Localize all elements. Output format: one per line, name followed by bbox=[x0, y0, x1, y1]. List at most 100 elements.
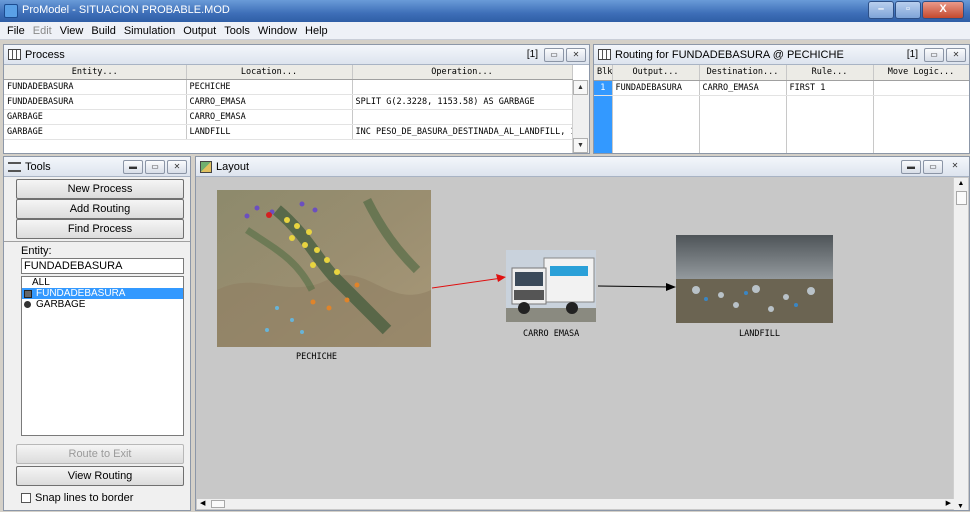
layout-panel: Layout ▬ ▭ ✕ PECHICHE CARRO EMASA LANDFI… bbox=[195, 156, 970, 511]
promodel-app-icon bbox=[4, 4, 18, 18]
entity-label: Entity: bbox=[21, 245, 52, 257]
restore-icon[interactable]: ▭ bbox=[924, 47, 944, 62]
menu-window[interactable]: Window bbox=[254, 25, 301, 37]
table-row[interactable]: FUNDADEBASURA CARRO_EMASA SPLIT G(2.3228… bbox=[4, 94, 573, 110]
cell-operation[interactable] bbox=[352, 79, 573, 95]
menu-help[interactable]: Help bbox=[301, 25, 332, 37]
close-icon[interactable]: ✕ bbox=[566, 47, 586, 62]
menu-file[interactable]: File bbox=[3, 25, 29, 37]
entity-list[interactable]: ALL FUNDADEBASURA GARBAGE bbox=[21, 276, 184, 436]
close-icon[interactable]: ✕ bbox=[167, 159, 187, 174]
empty-row bbox=[594, 95, 969, 153]
snap-lines-label: Snap lines to border bbox=[35, 492, 134, 504]
layout-horizontal-scrollbar[interactable]: ◀ ▶ bbox=[197, 499, 954, 509]
scroll-thumb[interactable] bbox=[955, 191, 967, 205]
add-routing-button[interactable]: Add Routing bbox=[16, 199, 184, 219]
window-controls: – ▫ X bbox=[868, 1, 964, 19]
column-header-operation[interactable]: Operation... bbox=[352, 65, 573, 80]
minimize-icon[interactable]: ▬ bbox=[123, 159, 143, 174]
list-item-fundadebasura[interactable]: FUNDADEBASURA bbox=[22, 288, 183, 299]
table-row[interactable]: FUNDADEBASURA PECHICHE bbox=[4, 79, 573, 95]
window-title-bar: ProModel - SITUACION PROBABLE.MOD – ▫ X bbox=[0, 0, 970, 22]
route-arrow-pechiche-to-carro[interactable] bbox=[431, 277, 503, 289]
view-routing-button[interactable]: View Routing bbox=[16, 466, 184, 486]
route-to-exit-button[interactable]: Route to Exit bbox=[16, 444, 184, 464]
menu-edit[interactable]: Edit bbox=[29, 25, 56, 37]
divider bbox=[4, 241, 190, 242]
column-header-location[interactable]: Location... bbox=[186, 65, 353, 80]
layout-vertical-scrollbar[interactable]: ▲ ▼ bbox=[953, 178, 968, 510]
cell-entity[interactable]: GARBAGE bbox=[4, 124, 187, 140]
column-header-move-logic[interactable]: Move Logic... bbox=[873, 65, 969, 81]
cell-entity[interactable]: FUNDADEBASURA bbox=[4, 79, 187, 95]
scroll-left-icon[interactable]: ◀ bbox=[200, 499, 205, 507]
scroll-right-icon[interactable]: ▶ bbox=[946, 499, 951, 507]
column-header-blk[interactable]: Blk bbox=[594, 65, 613, 81]
tools-panel-header: Tools ▬ ▭ ✕ bbox=[4, 157, 190, 177]
menu-simulation[interactable]: Simulation bbox=[120, 25, 179, 37]
process-scrollbar[interactable]: ▲ ▼ bbox=[572, 80, 589, 153]
scroll-down-icon[interactable]: ▼ bbox=[954, 503, 967, 510]
entity-icon bbox=[24, 301, 31, 308]
routing-panel-header: Routing for FUNDADEBASURA @ PECHICHE [1]… bbox=[594, 45, 969, 65]
column-header-output[interactable]: Output... bbox=[612, 65, 700, 81]
entity-field[interactable]: FUNDADEBASURA bbox=[21, 258, 184, 274]
cell-location[interactable]: CARRO_EMASA bbox=[186, 109, 353, 125]
cell-operation[interactable]: INC PESO_DE_BASURA_DESTINADA_AL_LANDFILL… bbox=[352, 124, 573, 140]
column-header-destination[interactable]: Destination... bbox=[699, 65, 787, 81]
list-item-all[interactable]: ALL bbox=[22, 277, 183, 288]
tools-panel: Tools ▬ ▭ ✕ New Process Add Routing Find… bbox=[3, 156, 191, 511]
restore-icon[interactable]: ▭ bbox=[544, 47, 564, 62]
close-button[interactable]: X bbox=[922, 1, 964, 19]
routing-table-header: Blk Output... Destination... Rule... Mov… bbox=[594, 65, 969, 81]
menu-build[interactable]: Build bbox=[87, 25, 119, 37]
table-row[interactable]: GARBAGE LANDFILL INC PESO_DE_BASURA_DEST… bbox=[4, 124, 573, 140]
arrowhead-icon bbox=[496, 274, 506, 282]
menu-tools[interactable]: Tools bbox=[220, 25, 254, 37]
menu-view[interactable]: View bbox=[56, 25, 88, 37]
empty-cell bbox=[699, 95, 787, 153]
maximize-button[interactable]: ▫ bbox=[895, 1, 921, 19]
routing-table: Blk Output... Destination... Rule... Mov… bbox=[594, 65, 969, 153]
cell-location[interactable]: LANDFILL bbox=[186, 124, 353, 140]
cell-blk[interactable]: 1 bbox=[594, 80, 613, 96]
route-arrow-carro-to-landfill[interactable] bbox=[597, 285, 671, 288]
table-row[interactable]: 1 FUNDADEBASURA CARRO_EMASA FIRST 1 bbox=[594, 80, 969, 96]
tools-icon bbox=[8, 161, 21, 172]
scroll-thumb[interactable] bbox=[211, 500, 225, 508]
scroll-down-icon[interactable]: ▼ bbox=[573, 138, 588, 153]
close-icon[interactable]: ✕ bbox=[946, 47, 966, 62]
list-item-garbage[interactable]: GARBAGE bbox=[22, 299, 183, 310]
cell-output[interactable]: FUNDADEBASURA bbox=[612, 80, 700, 96]
cell-entity[interactable]: FUNDADEBASURA bbox=[4, 94, 187, 110]
scroll-up-icon[interactable]: ▲ bbox=[573, 80, 588, 95]
snap-lines-checkbox[interactable] bbox=[21, 493, 31, 503]
new-process-button[interactable]: New Process bbox=[16, 179, 184, 199]
cell-operation[interactable] bbox=[352, 109, 573, 125]
empty-cell bbox=[786, 95, 874, 153]
process-table: Entity... Location... Operation... FUNDA… bbox=[4, 65, 573, 140]
cell-rule[interactable]: FIRST 1 bbox=[786, 80, 874, 96]
routing-panel-badge: [1] bbox=[906, 49, 918, 60]
window-title: ProModel - SITUACION PROBABLE.MOD bbox=[22, 4, 230, 16]
column-header-entity[interactable]: Entity... bbox=[4, 65, 187, 80]
process-panel-header: Process [1] ▭ ✕ bbox=[4, 45, 589, 65]
restore-icon[interactable]: ▭ bbox=[145, 159, 165, 174]
scroll-up-icon[interactable]: ▲ bbox=[954, 178, 968, 190]
arrowhead-icon bbox=[666, 283, 676, 291]
find-process-button[interactable]: Find Process bbox=[16, 219, 184, 239]
column-header-rule[interactable]: Rule... bbox=[786, 65, 874, 81]
table-icon bbox=[8, 49, 21, 60]
cell-operation[interactable]: SPLIT G(2.3228, 1153.58) AS GARBAGE bbox=[352, 94, 573, 110]
routing-panel: Routing for FUNDADEBASURA @ PECHICHE [1]… bbox=[593, 44, 970, 154]
cell-entity[interactable]: GARBAGE bbox=[4, 109, 187, 125]
table-row[interactable]: GARBAGE CARRO_EMASA bbox=[4, 109, 573, 125]
cell-location[interactable]: CARRO_EMASA bbox=[186, 94, 353, 110]
minimize-button[interactable]: – bbox=[868, 1, 894, 19]
cell-location[interactable]: PECHICHE bbox=[186, 79, 353, 95]
cell-destination[interactable]: CARRO_EMASA bbox=[699, 80, 787, 96]
menu-output[interactable]: Output bbox=[179, 25, 220, 37]
process-table-header: Entity... Location... Operation... bbox=[4, 65, 573, 80]
snap-lines-option[interactable]: Snap lines to border bbox=[21, 492, 133, 504]
cell-move-logic[interactable] bbox=[873, 80, 969, 96]
